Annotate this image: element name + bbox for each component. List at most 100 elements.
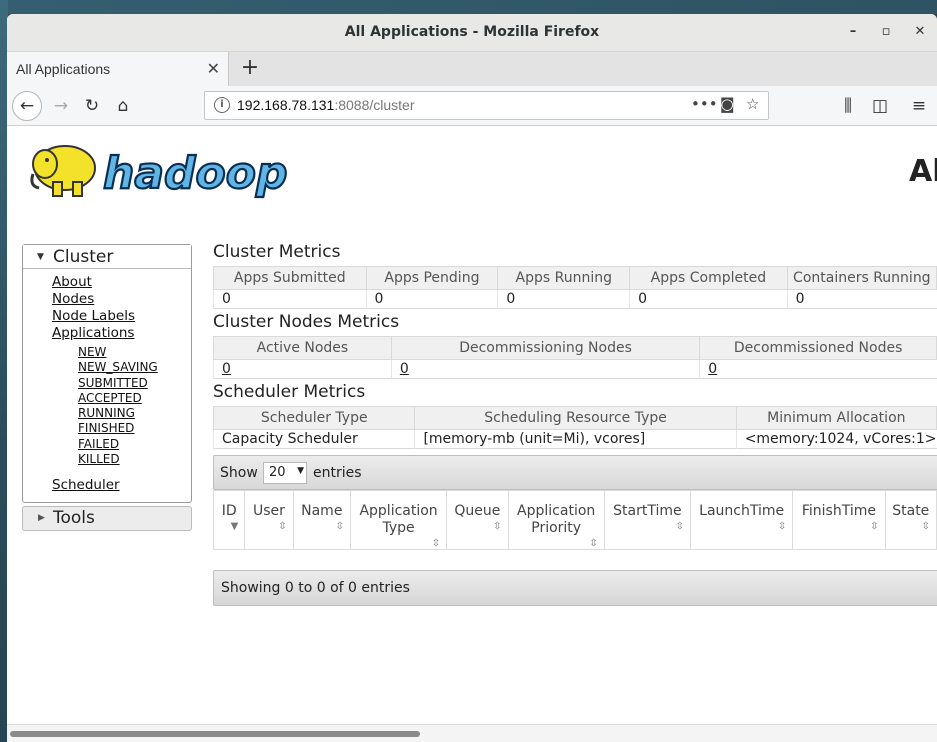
column-header-id[interactable]: ID ▼ bbox=[212, 490, 246, 550]
table-header: Decommissioned Nodes bbox=[699, 336, 937, 360]
sort-icon: ⇳ bbox=[493, 521, 502, 532]
table-info-footer: Showing 0 to 0 of 0 entries bbox=[213, 570, 937, 606]
application-states: NEW NEW_SAVING SUBMITTED ACCEPTED RUNNIN… bbox=[52, 342, 191, 467]
minimum-allocation-value: <memory:1024, vCores:1> bbox=[735, 429, 937, 449]
table-header: Decommissioning Nodes bbox=[390, 336, 701, 360]
tab-all-applications[interactable]: All Applications ✕ bbox=[7, 52, 229, 86]
sort-icon: ⇳ bbox=[589, 538, 598, 549]
sort-icon: ⇳ bbox=[335, 521, 344, 532]
tab-bar: All Applications ✕ + bbox=[7, 52, 937, 86]
column-header-queue[interactable]: Queue ⇳ bbox=[446, 490, 509, 550]
sidebar: ▼ Cluster About Nodes Node Labels Applic… bbox=[22, 244, 192, 532]
cluster-panel: ▼ Cluster About Nodes Node Labels Applic… bbox=[22, 244, 192, 504]
back-arrow-icon[interactable]: ← bbox=[12, 91, 42, 121]
maximize-icon[interactable]: ▫ bbox=[876, 22, 896, 42]
hadoop-logo[interactable]: hadoop bbox=[25, 134, 325, 206]
cluster-metrics-title: Cluster Metrics bbox=[213, 242, 341, 262]
sort-icon: ⇳ bbox=[921, 521, 930, 532]
nodes-metrics-table: Active Nodes Decommissioning Nodes Decom… bbox=[213, 336, 937, 379]
table-header: Scheduling Resource Type bbox=[414, 406, 737, 430]
state-link-running[interactable]: RUNNING bbox=[78, 406, 191, 421]
state-link-new-saving[interactable]: NEW_SAVING bbox=[78, 360, 191, 375]
column-header-start-time[interactable]: StartTime ⇳ bbox=[603, 490, 692, 550]
info-icon[interactable]: i bbox=[214, 97, 230, 113]
column-header-user[interactable]: User ⇳ bbox=[244, 490, 294, 550]
main-content: Cluster Metrics Apps Submitted Apps Pend… bbox=[212, 242, 937, 606]
reload-icon[interactable]: ↻ bbox=[78, 92, 106, 120]
forward-arrow-icon[interactable]: → bbox=[47, 92, 75, 120]
tab-label: All Applications bbox=[16, 61, 111, 77]
sidebar-link-nodes[interactable]: Nodes bbox=[52, 291, 191, 308]
decommissioned-nodes-link[interactable]: 0 bbox=[708, 361, 717, 377]
metric-value: 0 bbox=[497, 289, 630, 309]
sidebar-link-applications[interactable]: Applications bbox=[52, 325, 191, 342]
minimize-icon[interactable]: – bbox=[843, 22, 863, 42]
state-link-finished[interactable]: FINISHED bbox=[78, 421, 191, 436]
column-header-application-priority[interactable]: Application Priority ⇳ bbox=[507, 490, 605, 550]
active-nodes-link[interactable]: 0 bbox=[222, 361, 231, 377]
table-header: Active Nodes bbox=[213, 336, 392, 360]
sidebar-link-scheduler[interactable]: Scheduler bbox=[52, 477, 191, 494]
metric-value: 0 bbox=[786, 289, 937, 309]
table-header: Apps Completed bbox=[629, 266, 788, 290]
browser-window: All Applications - Mozilla Firefox – ▫ ✕… bbox=[7, 14, 937, 742]
table-toolbar: Show 20 ▼ entries bbox=[213, 455, 937, 490]
navigation-toolbar: ← → ↻ ⌂ i 192.168.78.131:8088/cluster ••… bbox=[7, 86, 937, 126]
table-header: Apps Submitted bbox=[213, 266, 367, 290]
window-title: All Applications - Mozilla Firefox bbox=[344, 24, 600, 40]
horizontal-scrollbar[interactable] bbox=[7, 724, 937, 742]
pocket-icon[interactable]: ◙ bbox=[720, 95, 735, 113]
column-header-launch-time[interactable]: LaunchTime ⇳ bbox=[690, 490, 794, 550]
state-link-failed[interactable]: FAILED bbox=[78, 437, 191, 452]
table-header: Minimum Allocation bbox=[735, 406, 937, 430]
show-label: Show bbox=[220, 465, 258, 481]
column-header-state[interactable]: State ⇳ bbox=[884, 490, 937, 550]
cluster-metrics-table: Apps Submitted Apps Pending Apps Running… bbox=[213, 266, 937, 309]
state-link-submitted[interactable]: SUBMITTED bbox=[78, 376, 191, 391]
state-link-killed[interactable]: KILLED bbox=[78, 452, 191, 467]
table-header: Apps Running bbox=[497, 266, 631, 290]
sort-icon: ⇳ bbox=[777, 521, 787, 532]
cluster-header[interactable]: ▼ Cluster bbox=[23, 245, 191, 269]
dropdown-arrow-icon: ▼ bbox=[297, 466, 304, 476]
applications-table: ID ▼ User ⇳ Name ⇳ Application Type ⇳ Queue ⇳… bbox=[212, 490, 937, 550]
library-icon[interactable]: ⫼ bbox=[834, 92, 862, 120]
scheduler-type-value: Capacity Scheduler bbox=[212, 429, 415, 449]
more-options-icon[interactable]: ••• bbox=[691, 95, 718, 113]
tools-header[interactable]: ▶ Tools bbox=[22, 506, 192, 532]
url-text[interactable]: 192.168.78.131:8088/cluster bbox=[237, 97, 415, 113]
expanded-triangle-icon: ▼ bbox=[37, 252, 44, 262]
collapsed-triangle-icon: ▶ bbox=[38, 513, 45, 524]
tab-close-icon[interactable]: ✕ bbox=[207, 59, 220, 78]
entries-label: entries bbox=[313, 465, 362, 481]
sort-desc-icon: ▼ bbox=[230, 521, 239, 532]
sidebar-link-node-labels[interactable]: Node Labels bbox=[52, 308, 191, 325]
decommissioning-nodes-link[interactable]: 0 bbox=[400, 361, 409, 377]
table-header: Scheduler Type bbox=[212, 406, 416, 430]
state-link-new[interactable]: NEW bbox=[78, 345, 191, 360]
scrollbar-thumb[interactable] bbox=[10, 731, 420, 737]
home-icon[interactable]: ⌂ bbox=[109, 92, 137, 120]
close-icon[interactable]: ✕ bbox=[910, 22, 930, 42]
title-bar: All Applications - Mozilla Firefox – ▫ ✕ bbox=[7, 14, 937, 52]
bookmark-star-icon[interactable]: ☆ bbox=[746, 95, 759, 113]
scheduler-metrics-table: Scheduler Type Scheduling Resource Type … bbox=[212, 406, 937, 449]
entries-per-page-select[interactable]: 20 ▼ bbox=[263, 462, 307, 484]
table-header: Containers Running bbox=[786, 266, 937, 290]
page-title: All Applications bbox=[909, 154, 937, 189]
column-header-application-type[interactable]: Application Type ⇳ bbox=[349, 490, 448, 550]
menu-icon[interactable]: ≡ bbox=[905, 92, 933, 120]
url-bar[interactable]: i 192.168.78.131:8088/cluster ••• ◙ ☆ bbox=[204, 91, 769, 120]
sort-icon: ⇳ bbox=[431, 538, 441, 549]
state-link-accepted[interactable]: ACCEPTED bbox=[78, 391, 191, 406]
sidebar-toggle-icon[interactable]: ◫ bbox=[866, 92, 894, 120]
column-header-name[interactable]: Name ⇳ bbox=[292, 490, 351, 550]
page-content: hadoop All Applications ▼ Cluster About … bbox=[7, 126, 937, 724]
new-tab-icon[interactable]: + bbox=[237, 55, 263, 81]
metric-value: 0 bbox=[365, 289, 498, 309]
sidebar-link-about[interactable]: About bbox=[52, 274, 191, 291]
sort-icon: ⇳ bbox=[278, 521, 287, 532]
table-header: Apps Pending bbox=[365, 266, 499, 290]
column-header-finish-time[interactable]: FinishTime ⇳ bbox=[792, 490, 886, 550]
desktop-background bbox=[0, 0, 937, 14]
